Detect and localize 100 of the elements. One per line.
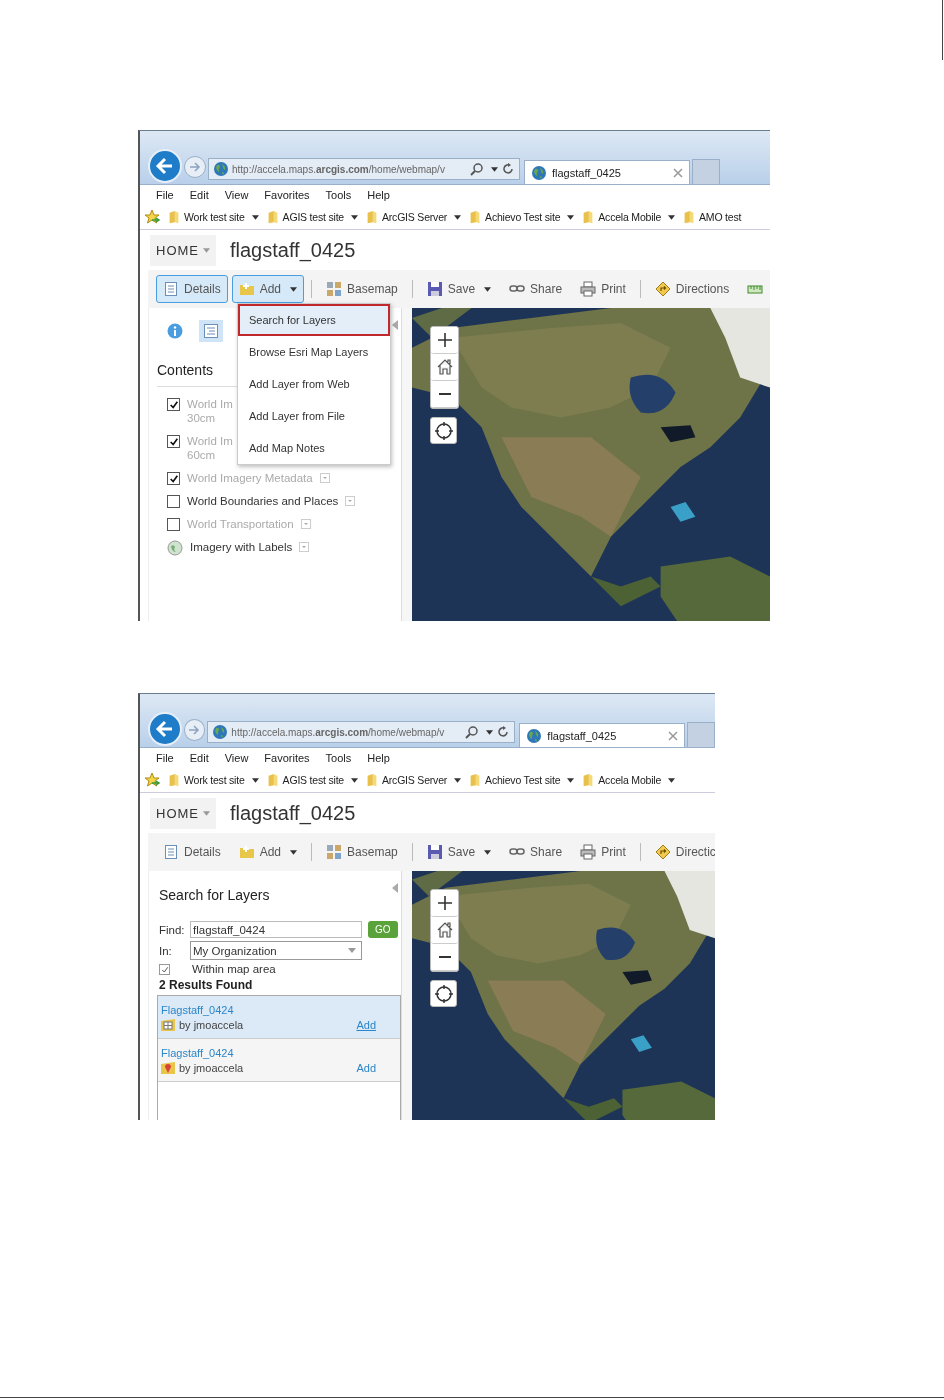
layer-name: World Imagery Metadata [187,471,313,485]
bookmark-link[interactable]: Achievo Test site [468,773,575,787]
details-button[interactable]: Details [156,275,228,303]
bookmark-link[interactable]: Work test site [167,210,259,224]
crosshair-icon [434,984,453,1003]
directions-button[interactable]: Directic [647,838,715,866]
back-button[interactable] [148,712,182,746]
share-button[interactable]: Share [502,275,570,303]
zoom-in-button[interactable] [431,327,458,354]
globe-icon [531,164,547,181]
plus-icon [436,332,453,348]
result-title[interactable]: Flagstaff_0424 [161,1047,234,1059]
printer-icon [580,281,597,297]
menu-item[interactable]: Help [359,752,398,764]
bookmark-link[interactable]: Accela Mobile [581,773,676,787]
caret-icon [348,948,356,953]
zoom-in-button[interactable] [431,890,458,917]
basemap-button[interactable]: Basemap [319,275,405,303]
menu-item[interactable]: Tools [317,752,360,764]
star-icon[interactable] [144,209,160,225]
checkmark-icon [160,965,169,974]
layer-name: World Boundaries and Places [187,494,339,508]
menu-item[interactable]: File [148,189,182,201]
caret-icon [351,214,358,220]
home-menu-button[interactable]: HOME [150,797,216,829]
document-icon [163,281,179,297]
menu-item[interactable]: Help [359,189,398,201]
home-menu-button[interactable]: HOME [150,234,216,266]
forward-button[interactable] [184,156,206,178]
save-button[interactable]: Save [419,275,499,303]
checkbox[interactable] [167,495,180,508]
folder-icon [167,210,181,224]
bookmark-link[interactable]: AMO test [682,210,742,224]
bookmark-link[interactable]: AGIS test site [265,210,358,224]
bookmark-link[interactable]: Achievo Test site [468,210,575,224]
search-icon [470,162,484,176]
address-field[interactable]: http://accela.maps.arcgis.com/home/webmap/v [207,721,516,743]
menu-item[interactable]: Add Layer from Web [238,368,390,400]
map-title: flagstaff_0425 [230,238,356,262]
bookmark-link[interactable]: Work test site [167,773,259,787]
menu-item[interactable]: Favorites [256,752,318,764]
direction-sign-icon [654,844,671,860]
address-field[interactable]: http://accela.maps.arcgis.com/home/webmap/v [208,158,520,180]
bookmark-link[interactable]: ArcGIS Server [365,210,462,224]
menu-item[interactable]: Browse Esri Map Layers [238,336,390,368]
map-pin-icon [161,1061,175,1075]
folder-plus-icon [238,281,255,297]
checkbox[interactable] [159,964,170,975]
direction-sign-icon [654,281,671,297]
menu-item[interactable]: Edit [181,189,217,201]
save-button[interactable]: Save [419,838,499,866]
add-button[interactable]: Add [231,838,305,866]
star-icon[interactable] [144,772,160,788]
scope-dropdown[interactable]: My Organization [190,941,362,960]
in-label: In: [159,944,173,957]
menu-item[interactable]: Favorites [256,189,318,201]
locate-button[interactable] [430,417,457,444]
results-heading: 2 Results Found [159,978,254,992]
caret-icon [290,849,298,855]
bookmark-link[interactable]: ArcGIS Server [365,773,462,787]
collapse-icon[interactable] [392,883,398,893]
menu-item[interactable]: Add Map Notes [238,432,390,464]
contents-button[interactable] [199,320,223,342]
caret-icon [203,247,210,253]
print-button[interactable]: Print [573,838,633,866]
browser-tab[interactable]: flagstaff_0425 [524,160,690,184]
menu-item[interactable]: Search for Layers [238,304,390,336]
caret-icon [454,777,462,783]
back-button[interactable] [148,149,182,183]
basemap-button[interactable]: Basemap [319,838,405,866]
menu-item[interactable]: View [216,752,257,764]
bookmark-link[interactable]: Accela Mobile [581,210,676,224]
menu-item[interactable]: File [148,752,182,764]
print-button[interactable]: Print [573,275,633,303]
caret-icon [668,777,676,783]
caret-icon [668,214,676,220]
add-button[interactable]: Add [231,275,305,303]
caret-icon [203,810,210,816]
result-item[interactable]: Flagstaff_0424 by jmoaccela Add [158,1039,400,1082]
details-button[interactable]: Details [156,838,228,866]
menu-item[interactable]: Add Layer from File [238,400,390,432]
find-field[interactable]: flagstaff_0424 [190,921,362,938]
directions-button[interactable]: Directions [647,275,737,303]
home-icon [435,921,454,939]
home-icon [435,358,454,376]
layer-name: Imagery with Labels [190,540,293,554]
forward-button[interactable] [183,719,206,741]
folder-icon [365,210,379,224]
add-link[interactable]: Add [356,1062,376,1074]
menu-item[interactable]: Edit [181,752,217,764]
menu-item[interactable]: View [216,189,257,201]
caret-icon [567,214,575,220]
bookmark-link[interactable]: AGIS test site [265,773,358,787]
folder-plus-icon [238,844,255,860]
share-button[interactable]: Share [502,838,570,866]
locate-button[interactable] [430,980,457,1007]
close-icon[interactable] [668,730,679,741]
menu-item[interactable]: Tools [317,189,360,201]
close-icon[interactable] [673,167,683,178]
browser-tab[interactable]: flagstaff_0425 [519,723,686,747]
